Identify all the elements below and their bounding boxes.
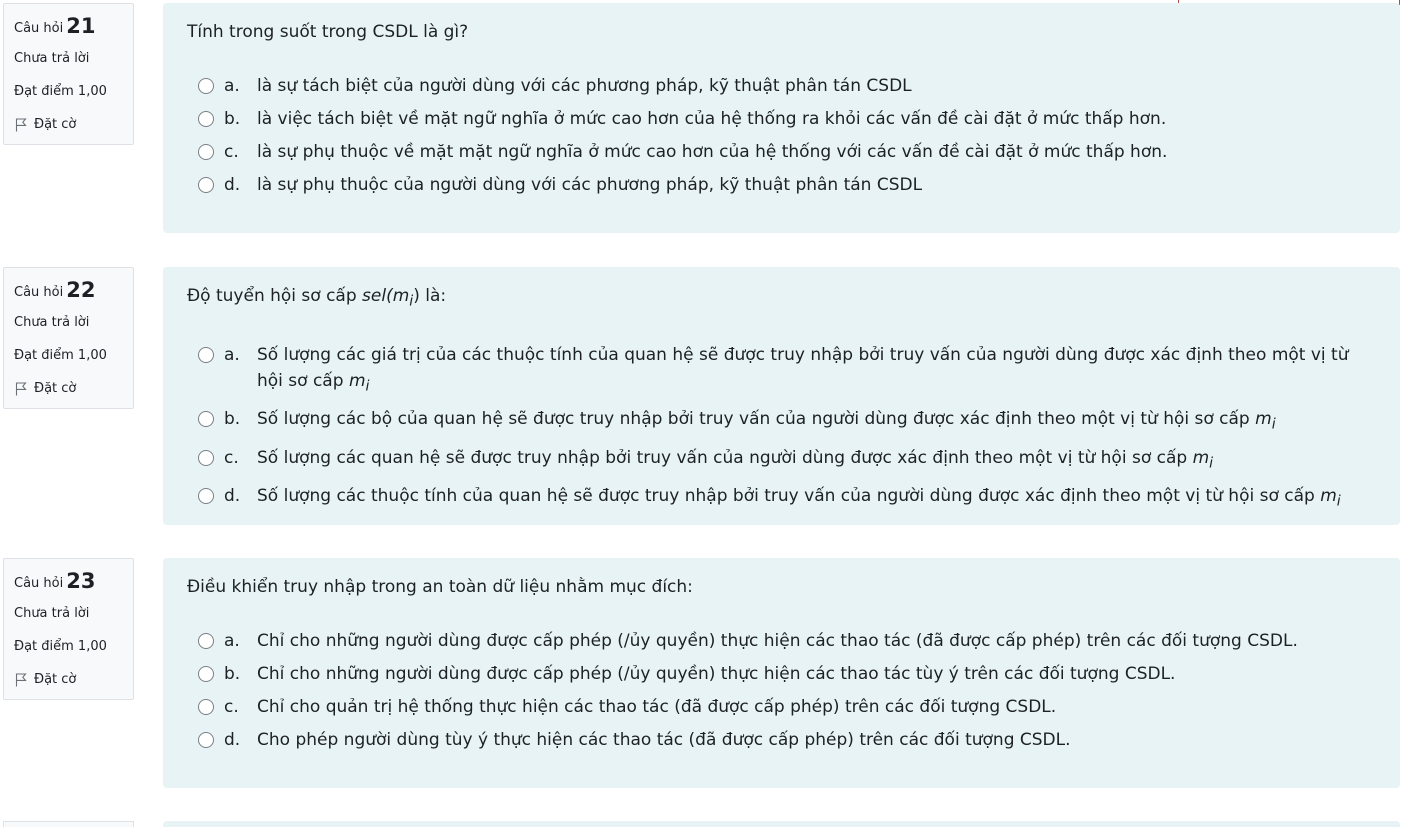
flag-icon bbox=[15, 673, 27, 687]
question-info: Câu hỏi 22 Chưa trả lời Đạt điểm 1,00 Đặt… bbox=[3, 267, 134, 409]
answer-option[interactable]: b. Số lượng các bộ của quan hệ sẽ được tr… bbox=[187, 403, 1376, 441]
next-question-info-edge bbox=[3, 821, 134, 827]
question-info: Câu hỏi 21 Chưa trả lời Đạt điểm 1,00 Đặt… bbox=[3, 3, 134, 145]
flag-icon bbox=[15, 118, 27, 132]
answer-option[interactable]: a. Chỉ cho những người dùng được cấp phép… bbox=[187, 624, 1376, 657]
answer-option[interactable]: d. Cho phép người dùng tùy ý thực hiện cá… bbox=[187, 723, 1376, 756]
flag-question-button[interactable]: Đặt cờ bbox=[14, 668, 123, 692]
question-content: Độ tuyển hội sơ cấp sel(mi) là: a. Số lượ… bbox=[163, 267, 1400, 525]
answer-option[interactable]: c. Số lượng các quan hệ sẽ được truy nhập… bbox=[187, 441, 1376, 479]
question-number: Câu hỏi 23 bbox=[14, 569, 96, 593]
answer-option[interactable]: d. Số lượng các thuộc tính của quan hệ sẽ… bbox=[187, 480, 1376, 518]
radio-button[interactable] bbox=[198, 110, 214, 127]
question-content: Tính trong suốt trong CSDL là gì? a. là s… bbox=[163, 3, 1400, 233]
question-points: Đạt điểm 1,00 bbox=[14, 639, 107, 654]
radio-button[interactable] bbox=[198, 77, 214, 94]
radio-button[interactable] bbox=[198, 176, 214, 193]
answer-list: a. Số lượng các giá trị của các thuộc tín… bbox=[187, 338, 1376, 518]
flag-icon bbox=[15, 382, 27, 396]
radio-button[interactable] bbox=[198, 632, 214, 649]
question-text: Độ tuyển hội sơ cấp sel(mi) là: bbox=[187, 286, 447, 310]
question-content: Điều khiển truy nhập trong an toàn dữ li… bbox=[163, 558, 1400, 788]
radio-button[interactable] bbox=[198, 346, 214, 363]
radio-button[interactable] bbox=[198, 665, 214, 682]
flag-question-button[interactable]: Đặt cờ bbox=[14, 377, 123, 401]
question-status: Chưa trả lời bbox=[14, 51, 90, 66]
question-status: Chưa trả lời bbox=[14, 315, 90, 330]
answer-option[interactable]: d. là sự phụ thuộc của người dùng với các… bbox=[187, 168, 1376, 201]
question-number: Câu hỏi 22 bbox=[14, 278, 96, 302]
question-text: Tính trong suốt trong CSDL là gì? bbox=[187, 22, 469, 42]
answer-list: a. là sự tách biệt của người dùng với các… bbox=[187, 69, 1376, 201]
answer-option[interactable]: a. là sự tách biệt của người dùng với các… bbox=[187, 69, 1376, 102]
question-points: Đạt điểm 1,00 bbox=[14, 348, 107, 363]
question-number: Câu hỏi 21 bbox=[14, 14, 96, 38]
answer-option[interactable]: c. Chỉ cho quản trị hệ thống thực hiện cá… bbox=[187, 690, 1376, 723]
question-info: Câu hỏi 23 Chưa trả lời Đạt điểm 1,00 Đặt… bbox=[3, 558, 134, 700]
radio-button[interactable] bbox=[198, 449, 214, 466]
next-question-content-edge bbox=[163, 821, 1400, 827]
question-points: Đạt điểm 1,00 bbox=[14, 84, 107, 99]
question-status: Chưa trả lời bbox=[14, 606, 90, 621]
radio-button[interactable] bbox=[198, 488, 214, 505]
answer-option[interactable]: b. Chỉ cho những người dùng được cấp phép… bbox=[187, 657, 1376, 690]
radio-button[interactable] bbox=[198, 411, 214, 428]
answer-option[interactable]: b. là việc tách biệt về mặt ngữ nghĩa ở m… bbox=[187, 102, 1376, 135]
radio-button[interactable] bbox=[198, 143, 214, 160]
answer-list: a. Chỉ cho những người dùng được cấp phép… bbox=[187, 624, 1376, 756]
radio-button[interactable] bbox=[198, 698, 214, 715]
question-text: Điều khiển truy nhập trong an toàn dữ li… bbox=[187, 577, 693, 597]
answer-option[interactable]: a. Số lượng các giá trị của các thuộc tín… bbox=[187, 338, 1376, 402]
flag-question-button[interactable]: Đặt cờ bbox=[14, 113, 123, 137]
radio-button[interactable] bbox=[198, 731, 214, 748]
answer-option[interactable]: c. là sự phụ thuộc về mặt mặt ngữ nghĩa ở… bbox=[187, 135, 1376, 168]
